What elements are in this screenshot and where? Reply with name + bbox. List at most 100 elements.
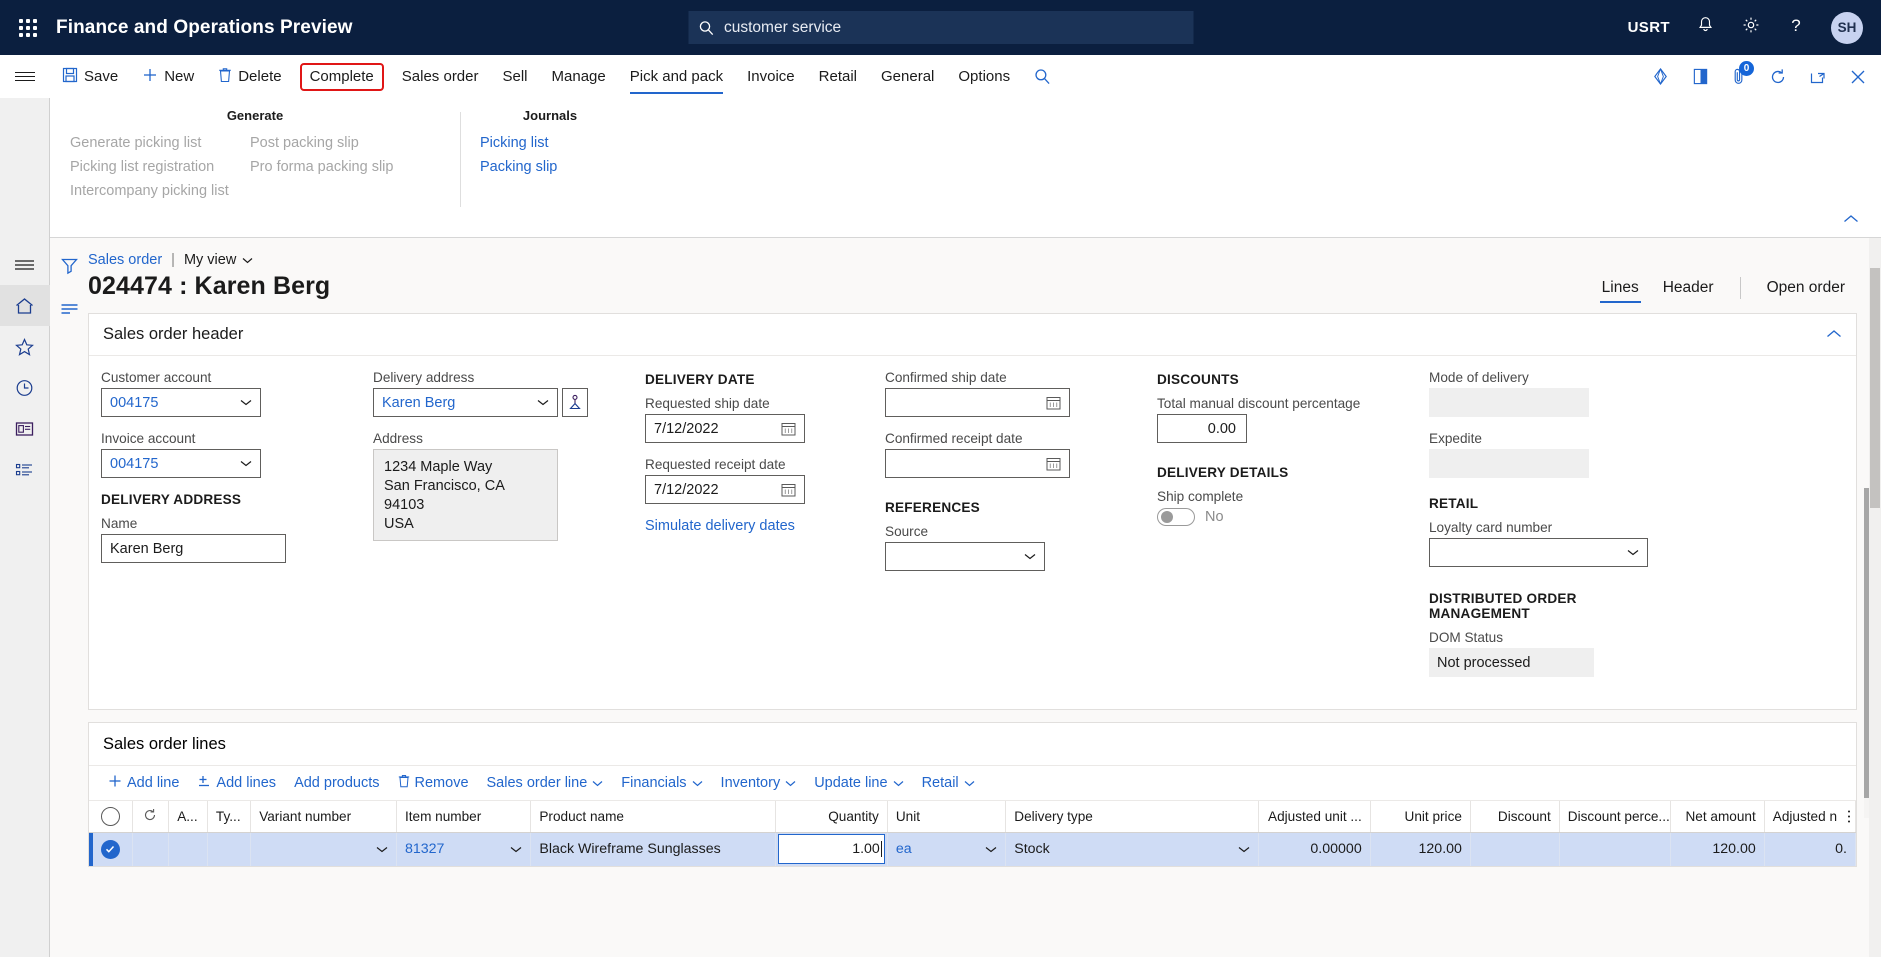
- page-scrollbar-thumb[interactable]: [1870, 268, 1880, 508]
- sales-order-lines-head[interactable]: Sales order lines: [89, 723, 1856, 765]
- filter-funnel-icon[interactable]: [60, 256, 79, 280]
- calendar-icon[interactable]: [781, 421, 796, 436]
- home-icon[interactable]: [0, 285, 50, 326]
- tab-open-order[interactable]: Open order: [1755, 277, 1857, 299]
- row-quantity-cell[interactable]: 1.00: [775, 832, 888, 866]
- tab-general[interactable]: General: [869, 55, 946, 98]
- show-lines-icon[interactable]: [60, 302, 79, 321]
- grid-refresh-header[interactable]: [132, 801, 170, 833]
- grid-col-type[interactable]: Ty...: [207, 801, 252, 833]
- view-selector[interactable]: My view: [184, 252, 253, 268]
- close-icon[interactable]: [1849, 68, 1867, 86]
- tab-retail[interactable]: Retail: [807, 55, 869, 98]
- row-variant-cell[interactable]: [250, 832, 397, 866]
- total-manual-discount-input[interactable]: 0.00: [1157, 414, 1247, 443]
- grid-col-item-number[interactable]: Item number: [396, 801, 532, 833]
- grid-col-unit[interactable]: Unit: [887, 801, 1007, 833]
- pro-forma-packing-slip-link[interactable]: Pro forma packing slip: [250, 159, 440, 175]
- row-discount-cell[interactable]: [1470, 832, 1560, 866]
- grid-col-net-amount[interactable]: Net amount: [1670, 801, 1765, 833]
- delivery-address-input[interactable]: Karen Berg: [373, 388, 558, 417]
- add-lines-button[interactable]: Add lines: [188, 766, 285, 800]
- tab-pick-and-pack[interactable]: Pick and pack: [618, 55, 735, 98]
- bell-icon[interactable]: [1696, 15, 1715, 40]
- tab-options[interactable]: Options: [946, 55, 1022, 98]
- tab-sales-order[interactable]: Sales order: [390, 55, 491, 98]
- column-options-icon[interactable]: [1847, 809, 1851, 828]
- hamburger-icon[interactable]: [0, 55, 50, 98]
- inventory-menu[interactable]: Inventory: [712, 766, 806, 800]
- delivery-name-input[interactable]: Karen Berg: [101, 534, 286, 563]
- row-adjusted-net-cell[interactable]: 0.: [1764, 832, 1857, 866]
- workspaces-icon[interactable]: [0, 408, 50, 449]
- sales-order-header-fasttab-head[interactable]: Sales order header: [89, 314, 1856, 356]
- simulate-delivery-dates-link[interactable]: Simulate delivery dates: [645, 518, 885, 534]
- recent-clock-icon[interactable]: [0, 367, 50, 408]
- generate-picking-list-link[interactable]: Generate picking list: [70, 135, 240, 151]
- row-type-cell[interactable]: [207, 832, 252, 866]
- requested-receipt-date-input[interactable]: 7/12/2022: [645, 475, 805, 504]
- new-button[interactable]: New: [130, 55, 206, 98]
- attachments-icon[interactable]: 0: [1731, 61, 1754, 86]
- financials-menu[interactable]: Financials: [612, 766, 711, 800]
- row-unit-cell[interactable]: ea: [887, 832, 1007, 866]
- grid-col-quantity[interactable]: Quantity: [775, 801, 888, 833]
- tab-header[interactable]: Header: [1651, 277, 1726, 299]
- row-a-cell[interactable]: [168, 832, 208, 866]
- journals-picking-list-link[interactable]: Picking list: [480, 135, 620, 151]
- tab-invoice[interactable]: Invoice: [735, 55, 807, 98]
- row-discount-percent-cell[interactable]: [1559, 832, 1672, 866]
- confirmed-receipt-date-input[interactable]: [885, 449, 1070, 478]
- table-row[interactable]: 81327 Black Wireframe Sunglasses 1.00 ea…: [89, 832, 1857, 866]
- source-input[interactable]: [885, 542, 1045, 571]
- requested-ship-date-input[interactable]: 7/12/2022: [645, 414, 805, 443]
- favorites-star-icon[interactable]: [0, 326, 50, 367]
- invoice-account-input[interactable]: 004175: [101, 449, 261, 478]
- intercompany-picking-list-link[interactable]: Intercompany picking list: [70, 183, 240, 199]
- modules-list-icon[interactable]: [0, 449, 50, 490]
- confirmed-ship-date-input[interactable]: [885, 388, 1070, 417]
- app-launcher-icon[interactable]: [0, 0, 56, 55]
- grid-select-all-header[interactable]: [89, 801, 133, 833]
- add-line-button[interactable]: Add line: [99, 766, 188, 800]
- hamburger-icon[interactable]: [0, 244, 50, 285]
- grid-col-delivery-type[interactable]: Delivery type: [1005, 801, 1260, 833]
- grid-col-a[interactable]: A...: [168, 801, 208, 833]
- sales-order-line-menu[interactable]: Sales order line: [478, 766, 613, 800]
- save-button[interactable]: Save: [50, 55, 130, 98]
- tab-lines[interactable]: Lines: [1590, 277, 1651, 303]
- row-item-number-cell[interactable]: 81327: [396, 832, 532, 866]
- company-selector[interactable]: USRT: [1628, 19, 1670, 36]
- grid-col-adjusted-unit[interactable]: Adjusted unit ...: [1258, 801, 1371, 833]
- grid-col-discount[interactable]: Discount: [1470, 801, 1560, 833]
- page-scrollbar[interactable]: [1869, 238, 1881, 957]
- calendar-icon[interactable]: [1046, 395, 1061, 410]
- ribbon-search-icon[interactable]: [1022, 55, 1063, 98]
- chevron-up-icon[interactable]: [1843, 211, 1859, 229]
- tab-manage[interactable]: Manage: [540, 55, 618, 98]
- delete-button[interactable]: Delete: [206, 55, 293, 98]
- row-net-amount-cell[interactable]: 120.00: [1670, 832, 1765, 866]
- add-products-button[interactable]: Add products: [285, 766, 388, 800]
- grid-col-unit-price[interactable]: Unit price: [1370, 801, 1471, 833]
- refresh-icon[interactable]: [1769, 68, 1787, 86]
- popout-icon[interactable]: [1809, 68, 1827, 86]
- customer-account-input[interactable]: 004175: [101, 388, 261, 417]
- tab-sell[interactable]: Sell: [491, 55, 540, 98]
- chevron-up-icon[interactable]: [1826, 326, 1842, 344]
- grid-col-discount-percent[interactable]: Discount perce...: [1559, 801, 1672, 833]
- gear-icon[interactable]: [1741, 15, 1761, 40]
- row-adjusted-unit-cell[interactable]: 0.00000: [1258, 832, 1371, 866]
- row-select-cell[interactable]: [89, 832, 133, 866]
- remove-button[interactable]: Remove: [389, 766, 478, 800]
- picking-list-registration-link[interactable]: Picking list registration: [70, 159, 240, 175]
- question-icon[interactable]: ?: [1787, 15, 1805, 40]
- calendar-icon[interactable]: [781, 482, 796, 497]
- post-packing-slip-link[interactable]: Post packing slip: [250, 135, 440, 151]
- avatar[interactable]: SH: [1831, 11, 1863, 44]
- breadcrumb-sales-order-link[interactable]: Sales order: [88, 252, 162, 268]
- share-icon[interactable]: [1651, 67, 1670, 86]
- journals-packing-slip-link[interactable]: Packing slip: [480, 159, 620, 175]
- complete-button[interactable]: Complete: [299, 62, 384, 91]
- global-search-input[interactable]: customer service: [688, 11, 1193, 44]
